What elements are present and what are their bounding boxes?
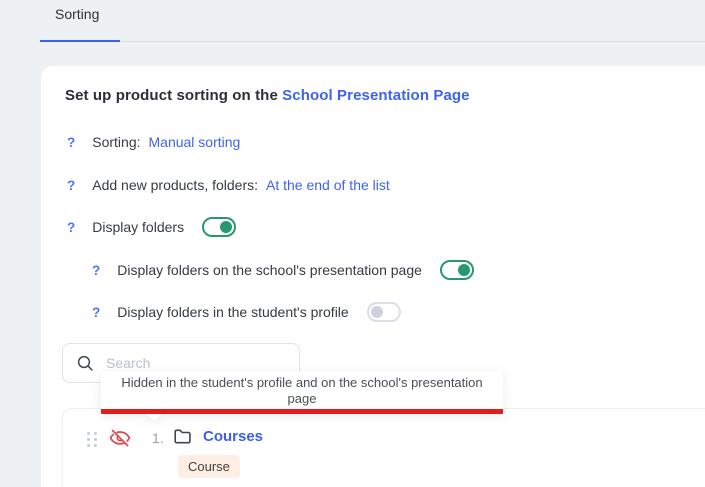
search-icon — [76, 354, 94, 372]
tooltip-arrow — [146, 414, 162, 421]
school-presentation-page-link[interactable]: School Presentation Page — [282, 87, 469, 104]
tab-bar-divider — [40, 41, 705, 42]
tooltip-text: Hidden in the student's profile and on t… — [101, 371, 503, 409]
display-folders-toggle[interactable] — [202, 217, 236, 237]
tab-sorting[interactable]: Sorting — [55, 6, 99, 22]
page-title: Set up product sorting on the School Pre… — [65, 87, 470, 104]
hidden-eye-icon[interactable] — [108, 426, 132, 450]
setting-row-add-new: ? Add new products, folders: At the end … — [67, 175, 390, 195]
folder-icon — [172, 426, 193, 452]
help-icon[interactable]: ? — [67, 178, 75, 193]
item-name-link[interactable]: Courses — [203, 428, 263, 445]
setting-row-display-folders: ? Display folders — [67, 217, 236, 237]
setting-label: Display folders in the student's profile — [117, 304, 348, 320]
drag-handle-icon[interactable] — [87, 432, 97, 447]
setting-label: Display folders on the school's presenta… — [117, 262, 422, 278]
active-tab-indicator — [40, 40, 120, 42]
setting-label: Add new products, folders: — [92, 177, 258, 193]
tooltip: Hidden in the student's profile and on t… — [101, 371, 503, 414]
item-order-number: 1. — [152, 430, 164, 446]
page-title-text: Set up product sorting on the — [65, 87, 282, 104]
setting-row-folders-profile: ? Display folders in the student's profi… — [92, 302, 401, 322]
help-icon[interactable]: ? — [67, 220, 75, 235]
settings-card: Set up product sorting on the School Pre… — [41, 66, 705, 487]
sorting-mode-link[interactable]: Manual sorting — [149, 134, 241, 150]
setting-label: Sorting: — [92, 134, 140, 150]
add-position-link[interactable]: At the end of the list — [266, 177, 390, 193]
search-input[interactable] — [106, 355, 286, 371]
setting-row-folders-presentation: ? Display folders on the school's presen… — [92, 260, 474, 280]
help-icon[interactable]: ? — [92, 305, 100, 320]
folders-presentation-toggle[interactable] — [440, 260, 474, 280]
sorting-settings-page: Sorting Set up product sorting on the Sc… — [0, 0, 705, 487]
setting-label: Display folders — [92, 219, 184, 235]
help-icon[interactable]: ? — [67, 135, 75, 150]
folders-profile-toggle[interactable] — [367, 302, 401, 322]
item-type-badge: Course — [178, 455, 240, 478]
help-icon[interactable]: ? — [92, 263, 100, 278]
setting-row-sorting: ? Sorting: Manual sorting — [67, 132, 240, 152]
